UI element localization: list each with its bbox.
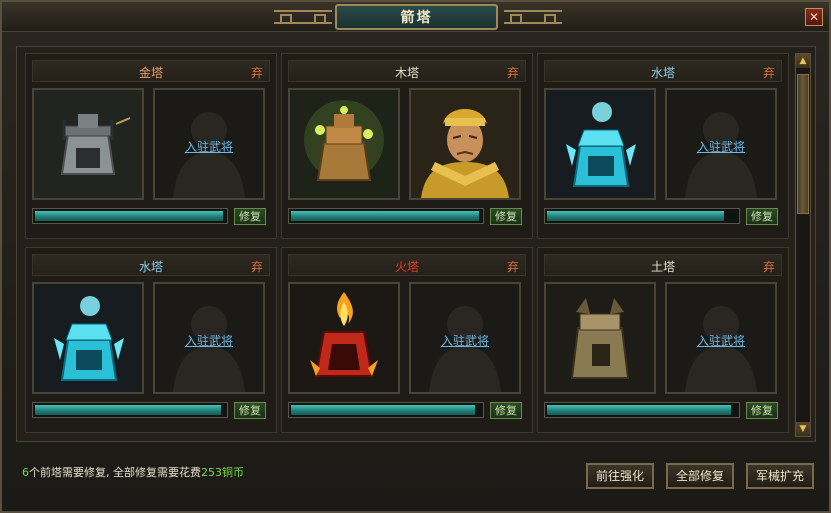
tower-card: 水塔 弃 入驻武将 修复 <box>25 247 277 433</box>
metal-tower-icon[interactable] <box>32 88 144 200</box>
title-bar: 箭塔 ✕ <box>2 2 829 32</box>
durability-bar-fill <box>35 211 224 221</box>
earth-tower-icon[interactable] <box>544 282 656 394</box>
water-tower-icon[interactable] <box>544 88 656 200</box>
tower-name: 金塔 <box>138 66 163 80</box>
tower-card: 水塔 弃 入驻武将 修复 <box>537 53 789 239</box>
tower-window: 箭塔 ✕ 金塔 弃 入驻武将 修复 木塔 弃 修复 水塔 弃 入驻武将 修复 水… <box>0 0 831 513</box>
durability-bar-fill <box>35 405 222 415</box>
close-button[interactable]: ✕ <box>805 8 823 26</box>
general-slot[interactable]: 入驻武将 <box>153 88 265 200</box>
assign-general-link[interactable]: 入驻武将 <box>411 332 519 349</box>
general-slot[interactable]: 入驻武将 <box>153 282 265 394</box>
tower-card-header: 火塔 弃 <box>288 254 526 276</box>
tower-card: 金塔 弃 入驻武将 修复 <box>25 53 277 239</box>
tower-name: 水塔 <box>650 66 675 80</box>
durability-bar <box>544 208 740 224</box>
go-enhance-button[interactable]: 前往强化 <box>586 463 654 489</box>
discard-tower-button[interactable]: 弃 <box>507 258 519 275</box>
general-slot[interactable]: 入驻武将 <box>665 88 777 200</box>
scrollbar[interactable]: ▲ ▼ <box>795 53 811 437</box>
durability-bar-fill <box>291 405 476 415</box>
assign-general-link[interactable]: 入驻武将 <box>667 138 775 155</box>
tower-card-header: 水塔 弃 <box>544 60 782 82</box>
tower-list-panel: 金塔 弃 入驻武将 修复 木塔 弃 修复 水塔 弃 入驻武将 修复 水塔 弃 入… <box>16 46 816 442</box>
durability-bar-fill <box>547 211 724 221</box>
durability-bar-fill <box>547 405 732 415</box>
window-title: 箭塔 <box>335 4 498 30</box>
tower-name: 水塔 <box>138 260 163 274</box>
repair-button[interactable]: 修复 <box>746 208 778 225</box>
title-ornament-right <box>504 10 562 24</box>
discard-tower-button[interactable]: 弃 <box>763 64 775 81</box>
scroll-up-arrow-icon[interactable]: ▲ <box>796 54 810 68</box>
tower-card-header: 土塔 弃 <box>544 254 782 276</box>
durability-bar <box>32 208 228 224</box>
repair-button[interactable]: 修复 <box>234 208 266 225</box>
tower-card: 土塔 弃 入驻武将 修复 <box>537 247 789 433</box>
fire-tower-icon[interactable] <box>288 282 400 394</box>
tower-card: 木塔 弃 修复 <box>281 53 533 239</box>
repair-cost-summary: 6个前塔需要修复, 全部修复需要花费253铜币 <box>22 464 244 480</box>
repair-button[interactable]: 修复 <box>234 402 266 419</box>
repair-button[interactable]: 修复 <box>490 402 522 419</box>
tower-name: 土塔 <box>650 260 675 274</box>
tower-name: 木塔 <box>394 66 419 80</box>
discard-tower-button[interactable]: 弃 <box>251 258 263 275</box>
assign-general-link[interactable]: 入驻武将 <box>155 138 263 155</box>
scroll-down-arrow-icon[interactable]: ▼ <box>796 422 810 436</box>
title-ornament-left <box>274 10 332 24</box>
discard-tower-button[interactable]: 弃 <box>763 258 775 275</box>
general-slot[interactable]: 入驻武将 <box>665 282 777 394</box>
assign-general-link[interactable]: 入驻武将 <box>155 332 263 349</box>
durability-bar <box>32 402 228 418</box>
tower-card: 火塔 弃 入驻武将 修复 <box>281 247 533 433</box>
tower-card-header: 水塔 弃 <box>32 254 270 276</box>
durability-bar-fill <box>291 211 480 221</box>
discard-tower-button[interactable]: 弃 <box>507 64 519 81</box>
discard-tower-button[interactable]: 弃 <box>251 64 263 81</box>
tower-card-header: 金塔 弃 <box>32 60 270 82</box>
tower-card-header: 木塔 弃 <box>288 60 526 82</box>
general-portrait[interactable] <box>409 88 521 200</box>
durability-bar <box>288 402 484 418</box>
assign-general-link[interactable]: 入驻武将 <box>667 332 775 349</box>
repair-text: 个前塔需要修复, 全部修复需要花费 <box>29 466 201 479</box>
repair-cost: 253 <box>201 466 222 479</box>
durability-bar <box>544 402 740 418</box>
repair-count: 6 <box>22 466 29 479</box>
repair-currency: 铜币 <box>222 466 244 479</box>
general-slot[interactable]: 入驻武将 <box>409 282 521 394</box>
scroll-thumb[interactable] <box>797 74 809 214</box>
water-tower-icon[interactable] <box>32 282 144 394</box>
tower-grid: 金塔 弃 入驻武将 修复 木塔 弃 修复 水塔 弃 入驻武将 修复 水塔 弃 入… <box>25 53 795 437</box>
armory-expand-button[interactable]: 军械扩充 <box>746 463 814 489</box>
durability-bar <box>288 208 484 224</box>
repair-all-button[interactable]: 全部修复 <box>666 463 734 489</box>
tower-name: 火塔 <box>394 260 419 274</box>
wood-tower-icon[interactable] <box>288 88 400 200</box>
repair-button[interactable]: 修复 <box>746 402 778 419</box>
repair-button[interactable]: 修复 <box>490 208 522 225</box>
